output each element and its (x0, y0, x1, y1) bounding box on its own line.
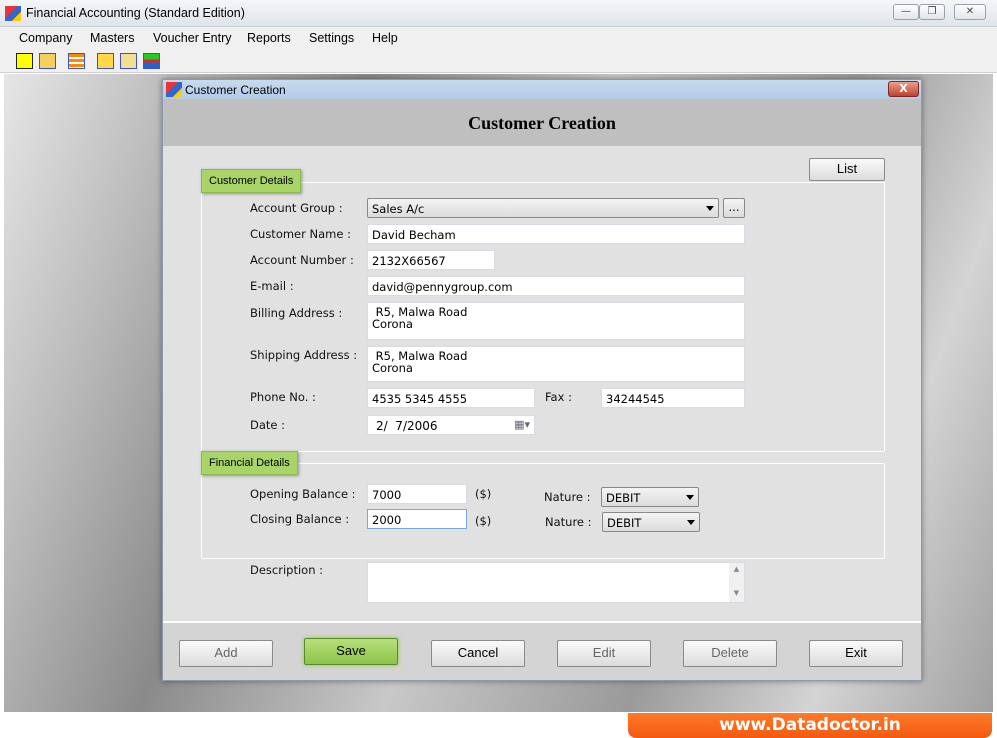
customer-name-input[interactable]: David Becham (367, 224, 745, 244)
menu-company[interactable]: Company (19, 31, 73, 45)
close-button[interactable]: ✕ (954, 4, 986, 20)
menu-settings[interactable]: Settings (309, 31, 354, 45)
opening-nature-value: DEBIT (606, 491, 641, 505)
app-title-bar: Financial Accounting (Standard Edition) … (0, 0, 997, 27)
button-bar (163, 621, 921, 680)
add-remove-icon[interactable] (143, 53, 160, 69)
opening-balance-input[interactable]: 7000 (367, 484, 467, 504)
closing-nature-label: Nature : (545, 515, 592, 529)
account-group-value: Sales A/c (372, 202, 425, 216)
cancel-button[interactable]: Cancel (431, 640, 525, 667)
dialog-title-bar: Customer Creation X (163, 80, 921, 99)
calendar-icon[interactable]: ▦▾ (514, 418, 530, 431)
phone-input[interactable]: 4535 5345 4555 (367, 388, 535, 408)
restore-button[interactable]: ❐ (919, 4, 945, 20)
account-group-select[interactable]: Sales A/c (367, 198, 719, 218)
list-button[interactable]: List (809, 158, 885, 181)
description-label: Description : (250, 563, 324, 577)
phone-label: Phone No. : (250, 390, 316, 404)
menu-masters[interactable]: Masters (90, 31, 134, 45)
account-group-label: Account Group : (250, 201, 343, 215)
dialog-title: Customer Creation (185, 83, 286, 97)
dialog-icon (166, 82, 182, 97)
shipping-address-input[interactable]: R5, Malwa Road Corona (367, 346, 745, 382)
billing-line-2: Corona (372, 317, 413, 331)
add-button[interactable]: Add (179, 640, 273, 667)
new-icon[interactable] (16, 53, 33, 69)
datadoctor-brand-banner: www.Datadoctor.in (628, 713, 992, 738)
chevron-down-icon (687, 520, 695, 525)
customer-creation-dialog: Customer Creation X Customer Creation Li… (162, 79, 922, 681)
shipping-line-1: R5, Malwa Road (372, 349, 468, 363)
delete-button[interactable]: Delete (683, 640, 777, 667)
closing-unit: ($) (475, 514, 492, 528)
exit-button[interactable]: Exit (809, 640, 903, 667)
shipping-line-2: Corona (372, 361, 413, 375)
date-picker[interactable]: 2/ 7/2006 ▦▾ (367, 415, 535, 435)
shipping-address-label: Shipping Address : (250, 348, 358, 362)
billing-line-1: R5, Malwa Road (372, 305, 468, 319)
toolbar (0, 49, 997, 73)
account-number-label: Account Number : (250, 253, 354, 267)
email-input[interactable]: david@pennygroup.com (367, 276, 745, 296)
app-icon (5, 6, 21, 21)
billing-address-label: Billing Address : (250, 306, 343, 320)
save-button[interactable]: Save (304, 638, 398, 665)
note-icon[interactable] (120, 53, 137, 69)
opening-nature-select[interactable]: DEBIT (601, 487, 699, 507)
menu-help[interactable]: Help (372, 31, 398, 45)
opening-nature-label: Nature : (544, 490, 591, 504)
menu-voucher-entry[interactable]: Voucher Entry (153, 31, 232, 45)
open-icon[interactable] (39, 53, 56, 69)
page-title: Customer Creation (468, 113, 616, 133)
chevron-down-icon (686, 495, 694, 500)
financial-details-legend: Financial Details (201, 451, 298, 475)
billing-address-input[interactable]: R5, Malwa Road Corona (367, 302, 745, 340)
opening-unit: ($) (475, 487, 492, 501)
opening-balance-label: Opening Balance : (250, 487, 356, 501)
closing-nature-select[interactable]: DEBIT (602, 512, 700, 532)
customer-details-legend: Customer Details (201, 169, 302, 193)
dialog-header: Customer Creation (163, 99, 921, 146)
date-label: Date : (250, 418, 286, 432)
closing-balance-input[interactable]: 2000 (367, 509, 467, 529)
app-title: Financial Accounting (Standard Edition) (26, 6, 245, 20)
financial-details-group (201, 463, 885, 559)
closing-nature-value: DEBIT (607, 516, 642, 530)
fax-label: Fax : (545, 390, 572, 404)
customer-name-label: Customer Name : (250, 227, 351, 241)
dialog-close-button[interactable]: X (888, 81, 919, 97)
closing-balance-label: Closing Balance : (250, 512, 350, 526)
balance-scale-icon[interactable] (97, 53, 114, 69)
account-group-browse-button[interactable]: ... (723, 198, 745, 218)
menu-reports[interactable]: Reports (247, 31, 291, 45)
description-input[interactable] (367, 562, 745, 603)
email-label: E-mail : (250, 279, 294, 293)
account-number-input[interactable]: 2132X66567 (367, 250, 495, 270)
menu-bar: Company Masters Voucher Entry Reports Se… (0, 27, 997, 49)
edit-button[interactable]: Edit (557, 640, 651, 667)
chevron-down-icon (706, 206, 714, 211)
fax-input[interactable]: 34244545 (601, 388, 745, 408)
calculator-icon[interactable] (68, 53, 85, 69)
description-scrollbar[interactable]: ▲ ▼ (729, 563, 744, 602)
date-value: 2/ 7/2006 (376, 419, 438, 433)
minimize-button[interactable]: — (893, 4, 919, 20)
